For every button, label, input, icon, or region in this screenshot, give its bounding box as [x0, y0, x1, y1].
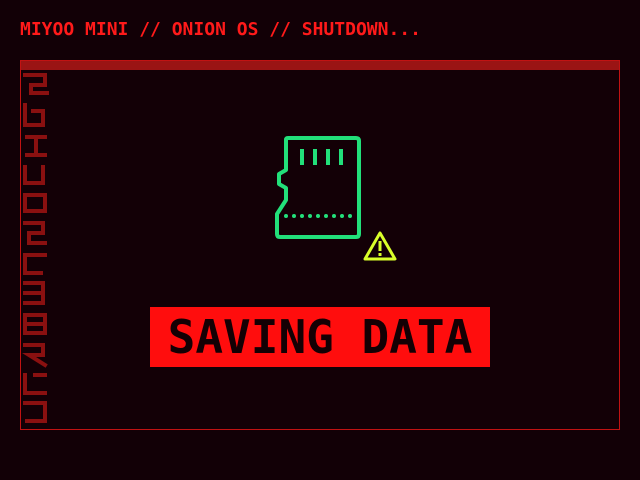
sd-card-icon — [274, 134, 362, 240]
saving-banner: SAVING DATA — [150, 307, 490, 367]
cyberpunk-glyph-strip-icon — [21, 71, 51, 429]
shutdown-screen: MIYOO MINI // ONION OS // SHUTDOWN... SA… — [0, 0, 640, 480]
warning-icon — [362, 230, 398, 262]
banner-text: SAVING DATA — [167, 310, 473, 364]
content-frame — [20, 60, 620, 430]
status-line: MIYOO MINI // ONION OS // SHUTDOWN... — [20, 19, 421, 40]
frame-top-bar — [21, 61, 619, 70]
